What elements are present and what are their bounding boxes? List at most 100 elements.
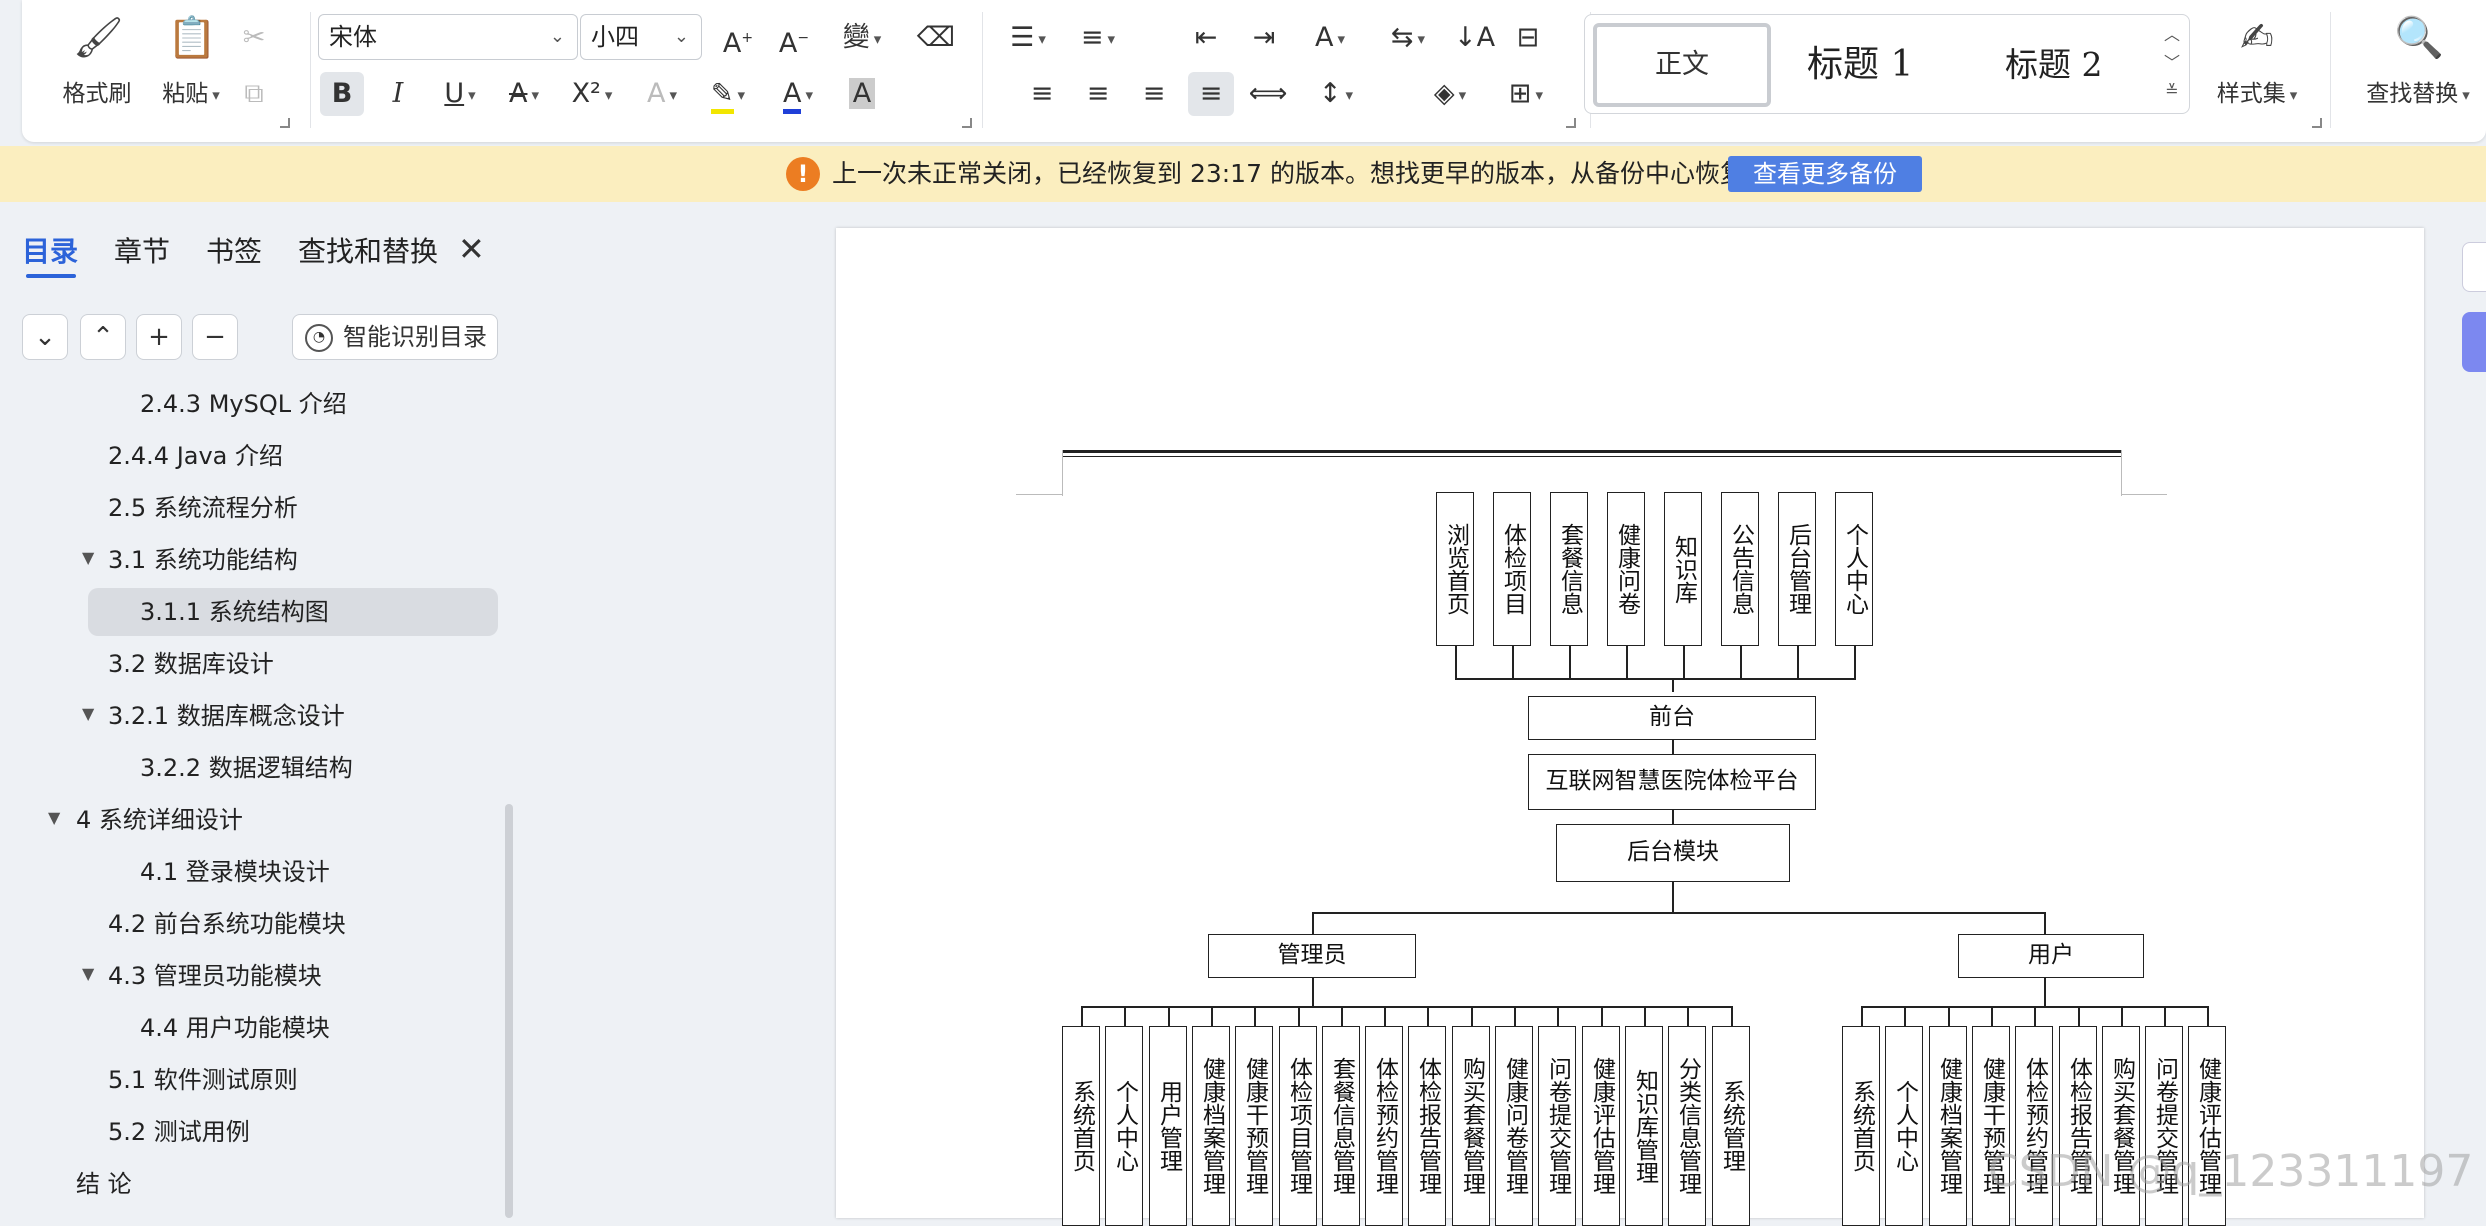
module-box: 系统首页 (1062, 1026, 1100, 1226)
module-box: 后台管理 (1778, 492, 1816, 646)
chevron-up-icon[interactable]: ︿ (2161, 21, 2183, 49)
strikethrough-button[interactable]: A ▾ (496, 72, 552, 116)
line-spacing-icon[interactable]: ↕ ▾ (1306, 72, 1366, 116)
grow-font-icon[interactable]: A+ (718, 16, 758, 60)
decrease-indent-icon[interactable]: ⇤ (1186, 16, 1226, 60)
sidebar-scrollbar[interactable] (505, 804, 513, 1218)
copy-icon[interactable]: ⧉ (234, 72, 274, 116)
expand-triangle-icon[interactable]: ▼ (82, 964, 94, 983)
toc-item[interactable]: 4.2 前台系统功能模块 (108, 900, 346, 948)
module-box: 分类信息管理 (1668, 1026, 1706, 1226)
module-box: 健康问卷管理 (1495, 1026, 1533, 1226)
toc-item[interactable]: 5.1 软件测试原则 (108, 1056, 298, 1104)
tab-toc[interactable]: 目录 (22, 230, 78, 270)
smart-toc-button[interactable]: ◔ 智能识别目录 (292, 314, 498, 360)
increase-indent-icon[interactable]: ⇥ (1244, 16, 1284, 60)
expand-triangle-icon[interactable]: ▼ (82, 704, 94, 723)
toc-item-selected[interactable]: 3.1.1 系统结构图 (88, 588, 498, 636)
toc-item[interactable]: 4.1 登录模块设计 (140, 848, 330, 896)
align-right-icon[interactable]: ≡ (1134, 72, 1174, 116)
connector-line (1626, 646, 1628, 678)
text-effect-icon[interactable]: A ▾ (634, 72, 690, 116)
toc-item[interactable]: 5.2 测试用例 (108, 1108, 250, 1156)
bold-button[interactable]: B (320, 72, 364, 116)
document-page[interactable]: 浏览首页 体检项目 套餐信息 健康问卷 知识库 公告信息 后台管理 个人中心 前台 互联网智慧医院… (836, 228, 2424, 1226)
chevron-down-icon: ▾ (2462, 85, 2470, 104)
toc-item[interactable]: 4.4 用户功能模块 (140, 1004, 330, 1052)
toc-item[interactable]: 3.1 系统功能结构 (108, 536, 298, 584)
style-set-button[interactable]: ✍ 样式集 ▾ (2202, 14, 2312, 108)
font-name-select[interactable]: 宋体 ⌄ (318, 14, 578, 60)
expand-triangle-icon[interactable]: ▼ (82, 548, 94, 567)
style-normal[interactable]: 正文 (1593, 23, 1771, 107)
justify-icon[interactable]: ≡ (1188, 72, 1234, 116)
clipboard-dialog-launcher[interactable] (280, 118, 290, 128)
warning-icon: ! (786, 157, 820, 191)
module-box: 健康评估管理 (1582, 1026, 1620, 1226)
eraser-icon[interactable]: ⌫ (916, 16, 956, 60)
side-panel-tab-active[interactable] (2462, 312, 2486, 372)
superscript-button[interactable]: X² ▾ (562, 72, 622, 116)
collapse-all-button[interactable]: ⌄ (22, 314, 68, 360)
toc-item[interactable]: 4.3 管理员功能模块 (108, 952, 322, 1000)
tab-chapters[interactable]: 章节 (114, 230, 170, 270)
shading-icon[interactable]: ◈ ▾ (1420, 72, 1480, 116)
connector-line (1341, 1006, 1343, 1026)
toc-item[interactable]: 2.5 系统流程分析 (108, 484, 298, 532)
connector-line (2034, 1006, 2036, 1026)
expand-icon[interactable]: ≚ (2161, 77, 2183, 105)
align-center-icon[interactable]: ≡ (1078, 72, 1118, 116)
show-marks-icon[interactable]: ⊟ (1508, 16, 1548, 60)
phonetic-guide-icon[interactable]: 變 ▾ (832, 16, 892, 60)
cut-icon[interactable]: ✂ (234, 16, 274, 60)
align-left-icon[interactable]: ≡ (1022, 72, 1062, 116)
toc-item[interactable]: 结 论 (76, 1160, 132, 1208)
module-box: 用户管理 (1149, 1026, 1187, 1226)
add-heading-button[interactable]: + (136, 314, 182, 360)
side-panel-tab[interactable] (2462, 242, 2486, 292)
module-box: 浏览首页 (1436, 492, 1474, 646)
style-heading2[interactable]: 标题 2 (2005, 23, 2103, 107)
remove-heading-button[interactable]: − (192, 314, 238, 360)
toc-item[interactable]: 3.2.1 数据库概念设计 (108, 692, 345, 740)
paragraph-dialog-launcher[interactable] (1566, 118, 1576, 128)
gallery-scroll[interactable]: ︿ ﹀ ≚ (2161, 21, 2183, 105)
highlight-icon[interactable]: ✎ ▾ (698, 72, 758, 116)
distributed-align-icon[interactable]: ⟺ (1248, 72, 1288, 116)
close-icon[interactable]: ✕ (458, 230, 485, 268)
expand-triangle-icon[interactable]: ▼ (48, 808, 60, 827)
font-size-select[interactable]: 小四 ⌄ (580, 14, 702, 60)
bullet-list-icon[interactable]: ☰ ▾ (998, 16, 1058, 60)
sort-icon[interactable]: ⇆ ▾ (1378, 16, 1438, 60)
format-painter-button[interactable]: 🖌 格式刷 (56, 14, 138, 108)
italic-button[interactable]: I (378, 72, 418, 116)
numbered-list-icon[interactable]: ≡ ▾ (1068, 16, 1128, 60)
underline-button[interactable]: U ▾ (432, 72, 488, 116)
shrink-font-icon[interactable]: A− (774, 16, 814, 60)
text-direction-icon[interactable]: A ▾ (1300, 16, 1360, 60)
font-dialog-launcher[interactable] (962, 118, 972, 128)
toc-item[interactable]: 4 系统详细设计 (76, 796, 243, 844)
toc-item[interactable]: 3.2 数据库设计 (108, 640, 274, 688)
style-heading1[interactable]: 标题 1 (1807, 23, 1913, 107)
toc-item[interactable]: 2.4.4 Java 介绍 (108, 432, 283, 480)
styles-dialog-launcher[interactable] (2312, 118, 2322, 128)
module-box: 问卷提交管理 (1538, 1026, 1576, 1226)
toc-item[interactable]: 2.4.3 MySQL 介绍 (140, 380, 347, 428)
font-color-icon[interactable]: A ▾ (768, 72, 828, 116)
tab-find-replace[interactable]: 查找和替换 (298, 230, 438, 270)
expand-up-button[interactable]: ⌃ (80, 314, 126, 360)
sort-az-icon[interactable]: ↓A (1454, 16, 1495, 60)
tab-bookmarks[interactable]: 书签 (206, 230, 262, 270)
character-shading-icon[interactable]: A (840, 72, 884, 116)
toc-item[interactable]: 3.2.2 数据逻辑结构 (140, 744, 353, 792)
connector-line (1948, 1006, 1950, 1026)
chevron-down-icon: ⌄ (673, 26, 689, 47)
borders-icon[interactable]: ⊞ ▾ (1496, 72, 1556, 116)
view-backups-button[interactable]: 查看更多备份 (1728, 156, 1922, 192)
chevron-down-icon[interactable]: ﹀ (2161, 49, 2183, 77)
connector-line (1384, 1006, 1386, 1026)
paste-button[interactable]: 📋 粘贴 ▾ (150, 14, 232, 108)
margin-mark (2121, 494, 2167, 495)
find-replace-button[interactable]: 🔍 查找替换 ▾ (2350, 14, 2486, 108)
